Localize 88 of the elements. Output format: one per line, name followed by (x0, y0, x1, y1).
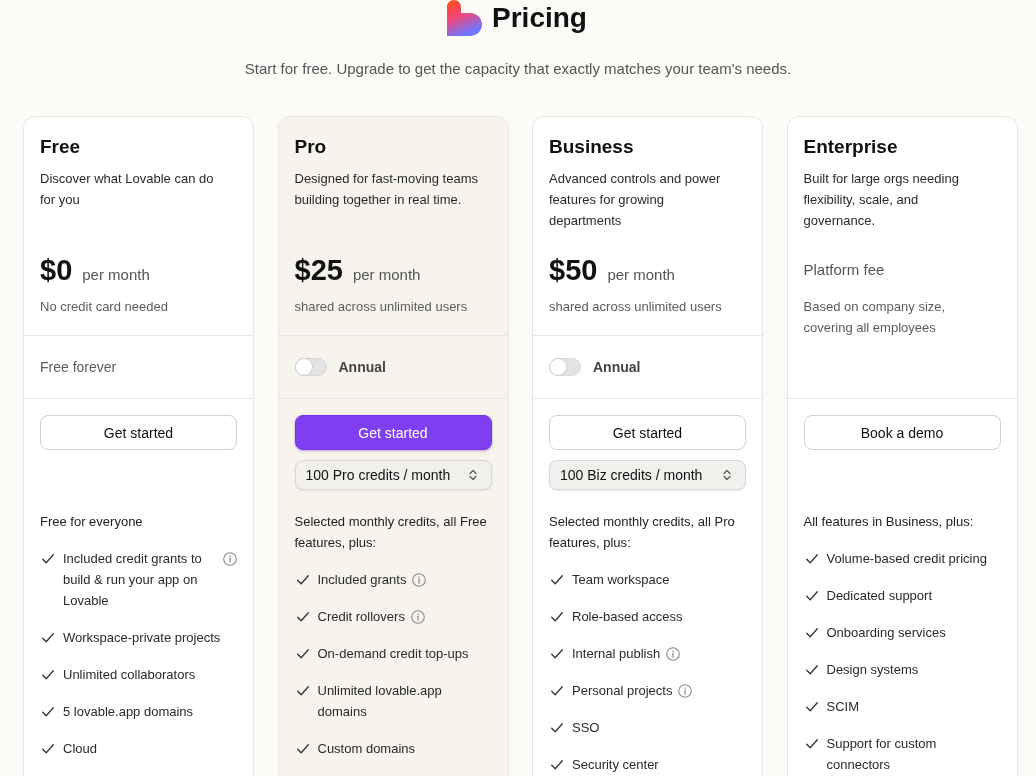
price-amount: $0 (40, 253, 73, 288)
feature-text: SSO (572, 719, 600, 737)
check-icon (551, 575, 563, 585)
feature-text: 5 lovable.app domains (63, 703, 194, 721)
feature-text: Onboarding services (826, 624, 946, 642)
check-icon (296, 686, 309, 696)
plan-name: Pro (294, 135, 328, 159)
billing-note: Free forever (40, 359, 117, 375)
check-icon (805, 739, 818, 749)
feature-text: Role-based access (572, 608, 683, 626)
price-period: per month (352, 266, 421, 283)
info-icon[interactable] (412, 572, 427, 587)
feature-text: Unlimited collaborators (63, 666, 196, 684)
check-icon (296, 575, 309, 585)
feature-text: Support for custom connectors (826, 735, 938, 774)
feature-text: Team workspace (572, 571, 670, 589)
price-note: Based on company size, covering all employees (803, 298, 947, 337)
price-amount: $50 (549, 253, 598, 288)
credits-select[interactable]: 100 Pro credits / month (294, 460, 492, 490)
check-icon (805, 628, 818, 638)
page-subtitle: Start for free. Upgrade to get the capacity that exactly matches your team's needs. (243, 59, 793, 79)
check-icon (42, 670, 54, 680)
toggle-label: Annual (593, 359, 641, 375)
feature-text: Internal publish (572, 645, 661, 663)
toggle-label: Annual (338, 359, 386, 375)
feature-text: Credit rollovers (317, 608, 405, 626)
feature-text: Cloud (63, 740, 97, 758)
price-period: per month (82, 266, 150, 283)
info-icon[interactable] (223, 551, 237, 566)
feature-text: Design systems (826, 661, 919, 679)
check-icon (296, 744, 309, 754)
features-heading: Selected monthly credits, all Free features, plus: (294, 513, 488, 552)
plan-button[interactable]: Get started (549, 415, 746, 450)
check-icon (551, 760, 563, 770)
feature-text: Security center (572, 756, 659, 774)
plan-description: Advanced controls and power features for growing departments (549, 170, 722, 230)
feature-text: Included credit grants to build & run your app on Lovable (63, 550, 203, 610)
plan-description: Built for large orgs needing flexibility, scale, and governance. (803, 170, 960, 230)
check-icon (42, 744, 54, 754)
price-label: Platform fee (803, 260, 885, 280)
price-period: per month (607, 266, 675, 283)
plan-button[interactable]: Get started (40, 415, 237, 450)
feature-text: Unlimited lovable.app domains (317, 682, 443, 721)
plan-description: Designed for fast-moving teams building together in real time. (294, 170, 480, 209)
plan-button[interactable]: Get started (294, 415, 492, 450)
check-icon (805, 702, 818, 712)
chevron-up-down-icon (468, 469, 477, 481)
plan-name: Enterprise (803, 135, 899, 159)
info-icon[interactable] (678, 683, 693, 698)
check-icon (296, 612, 309, 622)
chevron-up-down-icon (723, 469, 731, 481)
feature-text: Included grants (317, 571, 407, 589)
plan-name: Business (549, 135, 635, 159)
plan-button[interactable]: Book a demo (803, 415, 1001, 450)
plan-name: Free (40, 135, 82, 159)
check-icon (296, 649, 309, 659)
check-icon (805, 591, 818, 601)
feature-text: Custom domains (317, 740, 416, 758)
price-note: shared across unlimited users (549, 298, 723, 316)
logo-icon (447, 0, 483, 36)
check-icon (42, 554, 54, 564)
feature-text: Volume-based credit pricing (826, 550, 987, 568)
features-heading: Free for everyone (40, 513, 144, 531)
price-amount: $25 (294, 253, 343, 288)
info-icon[interactable] (666, 646, 681, 661)
annual-toggle[interactable] (294, 358, 327, 376)
check-icon (805, 665, 818, 675)
check-icon (42, 633, 54, 643)
check-icon (551, 649, 563, 659)
feature-text: Workspace-private projects (63, 629, 221, 647)
info-icon[interactable] (410, 609, 425, 624)
annual-toggle[interactable] (549, 358, 581, 376)
price-note: No credit card needed (40, 298, 169, 316)
features-heading: All features in Business, plus: (803, 513, 975, 531)
feature-text: Dedicated support (826, 587, 932, 605)
page-title: Pricing (492, 1, 587, 35)
price-note: shared across unlimited users (294, 298, 469, 316)
check-icon (551, 686, 563, 696)
feature-text: On-demand credit top-ups (317, 645, 469, 663)
check-icon (551, 723, 563, 733)
features-heading: Selected monthly credits, all Pro features, plus: (549, 513, 736, 552)
check-icon (805, 554, 818, 564)
plan-description: Discover what Lovable can do for you (40, 170, 215, 209)
feature-text: SCIM (826, 698, 859, 716)
credits-select[interactable]: 100 Biz credits / month (549, 460, 746, 490)
feature-text: Personal projects (572, 682, 673, 700)
check-icon (551, 612, 563, 622)
check-icon (42, 707, 54, 717)
